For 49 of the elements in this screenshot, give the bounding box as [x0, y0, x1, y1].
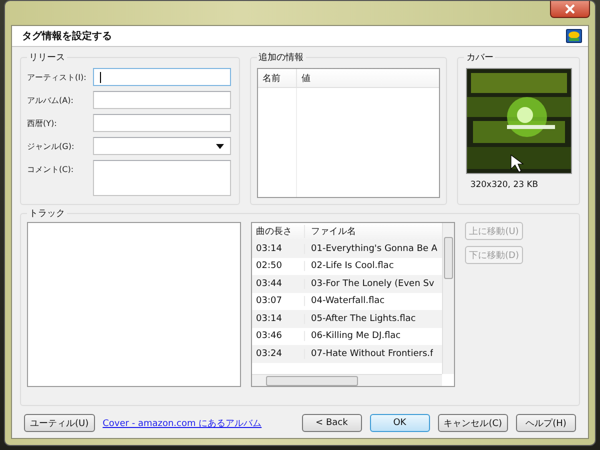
field-label: コメント(C):	[27, 164, 75, 175]
field-label: アルバム(A):	[27, 95, 74, 106]
column-header[interactable]: ファイル名	[304, 225, 356, 238]
text-field[interactable]	[93, 114, 231, 132]
dialog-button[interactable]: OK	[370, 414, 430, 432]
track-list[interactable]	[27, 222, 241, 387]
dropdown-arrow-icon	[216, 144, 224, 148]
table-cell: 06-Killing Me DJ.flac	[304, 331, 401, 342]
table-cell-text: 03:14	[255, 244, 283, 254]
table-cell: 02-Life Is Cool.flac	[304, 261, 394, 272]
table-cell-text: 02:50	[255, 261, 283, 272]
table-cell-text: 03:07	[255, 296, 283, 306]
cover-size-text: 320x320, 23 KB	[469, 180, 538, 190]
table-cell: 05-After The Lights.flac	[304, 314, 416, 324]
comment-field[interactable]	[93, 160, 231, 196]
group-title: カバー	[465, 52, 494, 64]
table-cell: 01-Everything's Gonna Be A	[304, 244, 438, 254]
dropdown-field[interactable]	[93, 137, 231, 155]
table-cell-text: 03:14	[255, 314, 283, 324]
dialog-button[interactable]: < Back	[302, 414, 362, 432]
field-label: 西暦(Y):	[27, 118, 58, 129]
table-cell-text: 03:46	[255, 331, 283, 342]
table-cell-text: 03:24	[255, 348, 283, 359]
text-field[interactable]	[93, 68, 231, 86]
table-cell: 07-Hate Without Frontiers.f	[304, 348, 434, 359]
group-title: 追加の情報	[258, 52, 305, 64]
dialog-button[interactable]: キャンセル(C)	[438, 414, 508, 432]
info-list[interactable]: 名前 値	[256, 68, 440, 198]
close-icon	[564, 4, 576, 14]
utility-button[interactable]: ユーティル(U)	[24, 414, 95, 432]
vertical-scrollbar[interactable]	[442, 223, 454, 374]
close-button[interactable]	[550, 1, 590, 18]
file-list[interactable]	[251, 222, 455, 387]
column-header[interactable]: 値	[296, 69, 316, 87]
table-cell-text: 03:44	[255, 278, 283, 289]
dialog-button[interactable]: ヘルプ(H)	[516, 414, 576, 432]
table-cell: 04-Waterfall.flac	[304, 296, 385, 306]
column-header[interactable]: 名前	[258, 69, 297, 87]
field-label: アーティスト(I):	[27, 72, 88, 83]
cover-link[interactable]: Cover - amazon.com にあるアルバム	[102, 416, 262, 430]
group-title: リリース	[28, 52, 66, 64]
column-header[interactable]: 曲の長さ	[252, 225, 304, 238]
text-field[interactable]	[93, 91, 231, 109]
app-icon	[566, 29, 582, 43]
table-cell: 03-For The Lonely (Even Sv	[304, 278, 434, 289]
horizontal-scrollbar[interactable]	[252, 374, 442, 386]
window-title: タグ情報を設定する	[22, 29, 112, 43]
field-label: ジャンル(G):	[27, 141, 76, 152]
group-title: トラック	[28, 208, 66, 220]
